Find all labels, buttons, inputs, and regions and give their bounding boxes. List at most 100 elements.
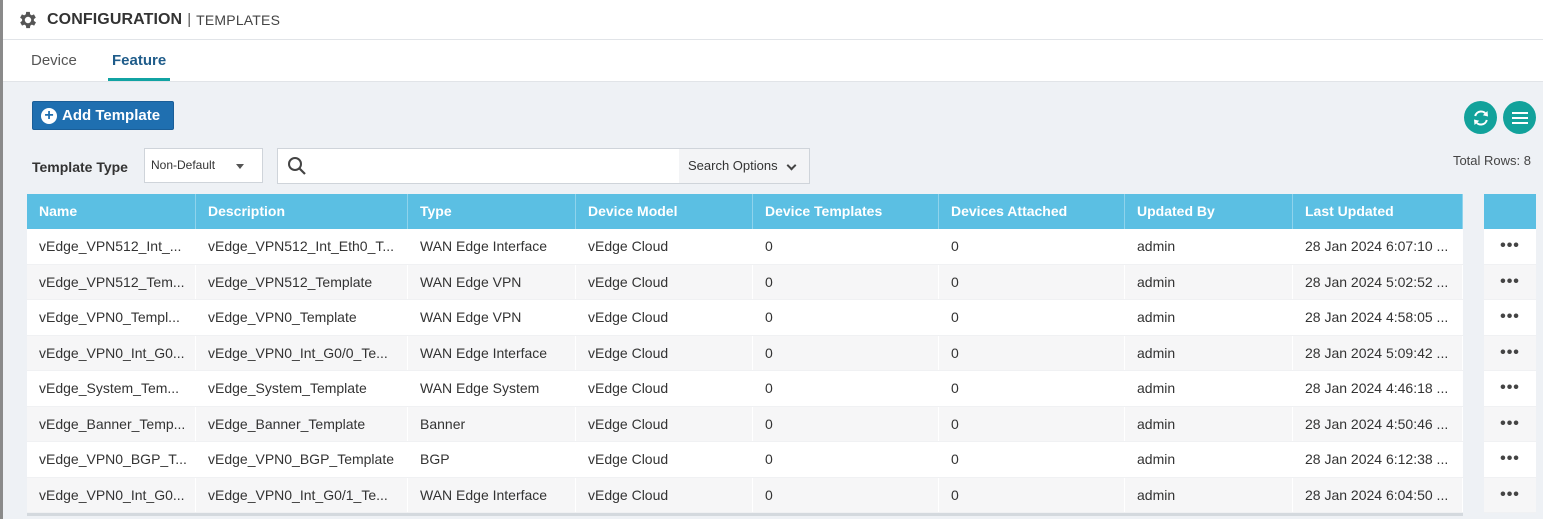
cell-device-templates: 0 bbox=[753, 335, 939, 370]
cell-last-updated: 28 Jan 2024 4:46:18 ... bbox=[1293, 371, 1463, 406]
table-row[interactable]: vEdge_VPN0_Int_G0... vEdge_VPN0_Int_G0/1_… bbox=[27, 477, 1463, 513]
row-more-actions-icon[interactable]: ••• bbox=[1484, 264, 1536, 300]
cell-description: vEdge_VPN0_BGP_Template bbox=[196, 442, 408, 477]
cell-updated-by: admin bbox=[1125, 229, 1293, 264]
row-more-actions-icon[interactable]: ••• bbox=[1484, 229, 1536, 265]
cell-type: WAN Edge Interface bbox=[408, 229, 576, 264]
cell-device-templates: 0 bbox=[753, 300, 939, 335]
table-menu-button[interactable] bbox=[1503, 101, 1536, 134]
row-more-actions-icon[interactable]: ••• bbox=[1484, 442, 1536, 478]
cell-last-updated: 28 Jan 2024 5:09:42 ... bbox=[1293, 335, 1463, 370]
add-template-label: Add Template bbox=[62, 107, 161, 124]
template-type-label: Template Type bbox=[32, 159, 128, 175]
table-row[interactable]: vEdge_VPN512_Int_... vEdge_VPN512_Int_Eth… bbox=[27, 229, 1463, 265]
search-options-label: Search Options bbox=[688, 158, 778, 173]
table-body: vEdge_VPN512_Int_... vEdge_VPN512_Int_Eth… bbox=[27, 229, 1463, 513]
table-row[interactable]: vEdge_VPN0_BGP_T... vEdge_VPN0_BGP_Templa… bbox=[27, 442, 1463, 478]
cell-device-templates: 0 bbox=[753, 442, 939, 477]
template-type-select[interactable]: Non-Default bbox=[144, 148, 263, 183]
cell-device-templates: 0 bbox=[753, 229, 939, 264]
add-template-button[interactable]: + Add Template bbox=[32, 101, 174, 130]
table-row[interactable]: vEdge_VPN0_Templ... vEdge_VPN0_Template WA… bbox=[27, 300, 1463, 336]
cell-last-updated: 28 Jan 2024 6:04:50 ... bbox=[1293, 477, 1463, 512]
cell-type: Banner bbox=[408, 406, 576, 441]
cell-device-templates: 0 bbox=[753, 406, 939, 441]
cell-devices-attached: 0 bbox=[939, 229, 1125, 264]
title-separator: | bbox=[187, 11, 192, 28]
column-header-device-templates[interactable]: Device Templates bbox=[753, 194, 939, 229]
page-title: CONFIGURATION bbox=[47, 10, 183, 28]
cell-last-updated: 28 Jan 2024 6:12:38 ... bbox=[1293, 442, 1463, 477]
cell-device-templates: 0 bbox=[753, 264, 939, 299]
cell-type: WAN Edge VPN bbox=[408, 264, 576, 299]
column-header-updated-by[interactable]: Updated By bbox=[1125, 194, 1293, 229]
cell-device-model: vEdge Cloud bbox=[576, 442, 753, 477]
cell-type: WAN Edge Interface bbox=[408, 335, 576, 370]
cell-last-updated: 28 Jan 2024 4:58:05 ... bbox=[1293, 300, 1463, 335]
cell-updated-by: admin bbox=[1125, 264, 1293, 299]
row-more-actions-icon[interactable]: ••• bbox=[1484, 335, 1536, 371]
cell-type: WAN Edge VPN bbox=[408, 300, 576, 335]
cell-device-model: vEdge Cloud bbox=[576, 300, 753, 335]
column-header-type[interactable]: Type bbox=[408, 194, 576, 229]
cell-updated-by: admin bbox=[1125, 335, 1293, 370]
actions-column-header bbox=[1484, 194, 1536, 229]
table-row[interactable]: vEdge_VPN512_Tem... vEdge_VPN512_Template… bbox=[27, 264, 1463, 300]
column-header-description[interactable]: Description bbox=[196, 194, 408, 229]
cell-updated-by: admin bbox=[1125, 406, 1293, 441]
column-header-devices-attached[interactable]: Devices Attached bbox=[939, 194, 1125, 229]
cell-device-templates: 0 bbox=[753, 477, 939, 512]
cell-description: vEdge_VPN0_Int_G0/1_Te... bbox=[196, 477, 408, 512]
row-more-actions-icon[interactable]: ••• bbox=[1484, 477, 1536, 513]
cell-updated-by: admin bbox=[1125, 442, 1293, 477]
table-row[interactable]: vEdge_VPN0_Int_G0... vEdge_VPN0_Int_G0/0_… bbox=[27, 335, 1463, 371]
column-header-device-model[interactable]: Device Model bbox=[576, 194, 753, 229]
column-header-name[interactable]: Name bbox=[27, 194, 196, 229]
cell-description: vEdge_Banner_Template bbox=[196, 406, 408, 441]
column-header-last-updated[interactable]: Last Updated bbox=[1293, 194, 1463, 229]
cell-name: vEdge_VPN0_Int_G0... bbox=[27, 335, 196, 370]
cell-updated-by: admin bbox=[1125, 477, 1293, 512]
template-type-value: Non-Default bbox=[151, 158, 216, 172]
cell-device-model: vEdge Cloud bbox=[576, 229, 753, 264]
menu-icon bbox=[1511, 111, 1528, 124]
search-options-button[interactable]: Search Options bbox=[679, 149, 809, 183]
cell-device-templates: 0 bbox=[753, 371, 939, 406]
cell-type: BGP bbox=[408, 442, 576, 477]
cell-devices-attached: 0 bbox=[939, 264, 1125, 299]
cell-devices-attached: 0 bbox=[939, 371, 1125, 406]
cell-description: vEdge_VPN0_Template bbox=[196, 300, 408, 335]
cell-device-model: vEdge Cloud bbox=[576, 371, 753, 406]
row-more-actions-icon[interactable]: ••• bbox=[1484, 300, 1536, 336]
table-row[interactable]: vEdge_Banner_Temp... vEdge_Banner_Templat… bbox=[27, 406, 1463, 442]
cell-device-model: vEdge Cloud bbox=[576, 477, 753, 512]
table-row[interactable]: vEdge_System_Tem... vEdge_System_Template… bbox=[27, 371, 1463, 407]
tab-device[interactable]: Device bbox=[31, 40, 77, 81]
cell-devices-attached: 0 bbox=[939, 335, 1125, 370]
caret-down-icon bbox=[236, 164, 244, 169]
cell-name: vEdge_VPN0_BGP_T... bbox=[27, 442, 196, 477]
cell-updated-by: admin bbox=[1125, 371, 1293, 406]
refresh-button[interactable] bbox=[1464, 101, 1497, 134]
search-input[interactable] bbox=[318, 151, 678, 181]
cell-devices-attached: 0 bbox=[939, 406, 1125, 441]
cell-description: vEdge_VPN512_Template bbox=[196, 264, 408, 299]
gear-icon bbox=[20, 11, 36, 28]
cell-description: vEdge_System_Template bbox=[196, 371, 408, 406]
page-header: CONFIGURATION | TEMPLATES bbox=[3, 0, 1543, 40]
cell-name: vEdge_System_Tem... bbox=[27, 371, 196, 406]
cell-last-updated: 28 Jan 2024 5:02:52 ... bbox=[1293, 264, 1463, 299]
cell-name: vEdge_VPN512_Tem... bbox=[27, 264, 196, 299]
cell-description: vEdge_VPN512_Int_Eth0_T... bbox=[196, 229, 408, 264]
row-more-actions-icon[interactable]: ••• bbox=[1484, 406, 1536, 442]
tab-feature[interactable]: Feature bbox=[108, 40, 171, 81]
cell-updated-by: admin bbox=[1125, 300, 1293, 335]
row-more-actions-icon[interactable]: ••• bbox=[1484, 371, 1536, 407]
plus-circle-icon: + bbox=[41, 107, 57, 124]
cell-name: vEdge_Banner_Temp... bbox=[27, 406, 196, 441]
templates-table: Name Description Type Device Model Devic… bbox=[27, 194, 1463, 516]
row-actions-column: ••• ••• ••• ••• ••• ••• ••• ••• bbox=[1484, 194, 1536, 513]
cell-name: vEdge_VPN0_Templ... bbox=[27, 300, 196, 335]
row-actions-list: ••• ••• ••• ••• ••• ••• ••• ••• bbox=[1484, 229, 1536, 513]
cell-name: vEdge_VPN0_Int_G0... bbox=[27, 477, 196, 512]
